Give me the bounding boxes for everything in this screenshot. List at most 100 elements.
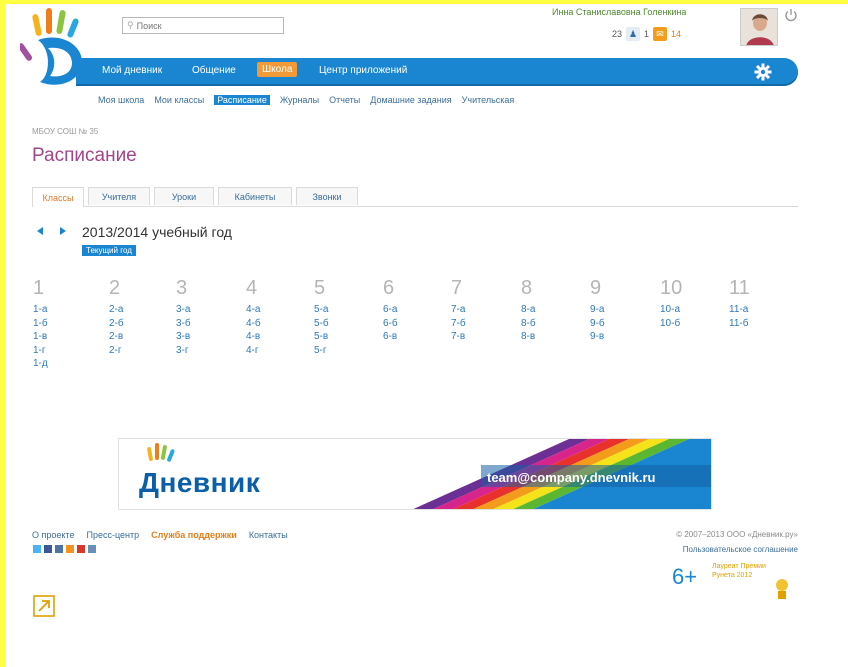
class-link[interactable]: 9-б — [590, 317, 650, 331]
social-icons — [33, 545, 96, 553]
avatar[interactable] — [740, 8, 778, 46]
grade-number: 10 — [660, 277, 683, 299]
class-link[interactable]: 3-г — [176, 344, 236, 358]
class-link[interactable]: 6-в — [383, 330, 443, 344]
class-link[interactable]: 9-а — [590, 303, 650, 317]
user-agreement-link[interactable]: Пользовательское соглашение — [683, 545, 798, 554]
class-link[interactable]: 2-в — [109, 330, 169, 344]
class-link[interactable]: 4-г — [246, 344, 306, 358]
class-link[interactable]: 5-в — [314, 330, 374, 344]
class-link[interactable]: 1-г — [33, 344, 93, 358]
vk-icon[interactable] — [55, 545, 63, 553]
class-link[interactable]: 7-а — [451, 303, 511, 317]
tab-lessons[interactable]: Уроки — [154, 187, 214, 205]
ok-icon[interactable] — [66, 545, 74, 553]
class-link[interactable]: 3-а — [176, 303, 236, 317]
tab-bells[interactable]: Звонки — [296, 187, 358, 205]
nav-item-diary[interactable]: Мой дневник — [102, 65, 162, 76]
class-link[interactable]: 8-в — [521, 330, 581, 344]
window-frame-top — [0, 0, 848, 4]
count-mid[interactable]: 1 — [644, 29, 649, 39]
search-box[interactable]: ⚲ — [122, 17, 284, 34]
grade-number: 11 — [729, 277, 750, 299]
banner-brand: Дневник — [139, 467, 261, 498]
tab-rooms[interactable]: Кабинеты — [218, 187, 292, 205]
class-link[interactable]: 1-в — [33, 330, 93, 344]
breadcrumb[interactable]: МБОУ СОШ № 35 — [32, 127, 98, 136]
class-link[interactable]: 2-б — [109, 317, 169, 331]
class-link[interactable]: 6-б — [383, 317, 443, 331]
class-link[interactable]: 4-в — [246, 330, 306, 344]
rss-icon[interactable] — [88, 545, 96, 553]
class-link[interactable]: 6-а — [383, 303, 443, 317]
subnav-my-school[interactable]: Моя школа — [98, 95, 144, 105]
year-label: 2013/2014 учебный год — [82, 224, 232, 240]
class-link[interactable]: 5-а — [314, 303, 374, 317]
grade-number: 2 — [109, 277, 121, 299]
gear-icon[interactable] — [754, 63, 772, 81]
grade-number: 6 — [383, 277, 395, 299]
class-link[interactable]: 8-а — [521, 303, 581, 317]
footer-about[interactable]: О проекте — [32, 530, 74, 540]
count-left[interactable]: 23 — [612, 29, 622, 39]
class-link[interactable]: 1-б — [33, 317, 93, 331]
grade-number: 4 — [246, 277, 258, 299]
count-messages[interactable]: 14 — [671, 29, 681, 39]
grade-column-7: 7 7-а 7-б 7-в — [451, 275, 511, 344]
current-year-button[interactable]: Текущий год — [82, 245, 136, 256]
mail-icon[interactable]: ✉ — [653, 27, 668, 41]
tab-classes[interactable]: Классы — [32, 187, 84, 207]
class-link[interactable]: 11-а — [729, 303, 789, 317]
class-link[interactable]: 4-б — [246, 317, 306, 331]
age-rating: 6+ — [672, 564, 698, 589]
class-link[interactable]: 9-в — [590, 330, 650, 344]
nav-item-communication[interactable]: Общение — [192, 65, 236, 76]
footer-contacts[interactable]: Контакты — [249, 530, 288, 540]
class-link[interactable]: 1-а — [33, 303, 93, 317]
facebook-icon[interactable] — [44, 545, 52, 553]
subnav-reports[interactable]: Отчеты — [329, 95, 360, 105]
external-link-icon[interactable] — [33, 595, 55, 617]
class-link[interactable]: 5-б — [314, 317, 374, 331]
next-year-arrow-icon[interactable] — [60, 227, 66, 235]
class-link[interactable]: 4-а — [246, 303, 306, 317]
class-link[interactable]: 1-д — [33, 357, 93, 371]
nav-item-apps[interactable]: Центр приложений — [319, 65, 407, 76]
class-link[interactable]: 10-а — [660, 303, 720, 317]
class-link[interactable]: 3-б — [176, 317, 236, 331]
page-title: Расписание — [32, 145, 137, 166]
user-stats: 23 ♟ 1 ✉ 14 — [612, 27, 681, 41]
class-link[interactable]: 8-б — [521, 317, 581, 331]
class-link[interactable]: 5-г — [314, 344, 374, 358]
subnav-staffroom[interactable]: Учительская — [462, 95, 515, 105]
search-input[interactable] — [136, 20, 277, 31]
subnav-homework[interactable]: Домашние задания — [370, 95, 451, 105]
avatar-image — [741, 9, 777, 45]
banner-email[interactable]: team@company.dnevnik.ru — [487, 470, 655, 485]
subnav-my-classes[interactable]: Мои классы — [154, 95, 204, 105]
subnav-journals[interactable]: Журналы — [280, 95, 319, 105]
subnav-schedule[interactable]: Расписание — [214, 95, 270, 105]
class-link[interactable]: 7-в — [451, 330, 511, 344]
copyright: © 2007–2013 ООО «Дневник.ру» — [676, 530, 798, 539]
tab-teachers[interactable]: Учителя — [88, 187, 150, 205]
power-icon[interactable] — [784, 8, 798, 22]
class-link[interactable]: 10-б — [660, 317, 720, 331]
class-link[interactable]: 7-б — [451, 317, 511, 331]
nav-item-school[interactable]: Школа — [257, 62, 298, 77]
class-link[interactable]: 11-б — [729, 317, 789, 331]
award-icon[interactable] — [775, 578, 789, 600]
footer-press[interactable]: Пресс-центр — [86, 530, 139, 540]
class-link[interactable]: 2-а — [109, 303, 169, 317]
class-link[interactable]: 3-в — [176, 330, 236, 344]
user-name-link[interactable]: Инна Станиславовна Голенкина — [552, 7, 686, 17]
award-text[interactable]: Лауреат Премии Рунета 2012 — [712, 562, 772, 580]
class-link[interactable]: 2-г — [109, 344, 169, 358]
grade-column-10: 10 10-а 10-б — [660, 275, 720, 330]
person-icon[interactable]: ♟ — [626, 27, 641, 41]
dnevnik-banner[interactable]: Дневник team@company.dnevnik.ru — [118, 438, 712, 510]
twitter-icon[interactable] — [33, 545, 41, 553]
prev-year-arrow-icon[interactable] — [37, 227, 43, 235]
footer-support[interactable]: Служба поддержки — [151, 530, 237, 540]
youtube-icon[interactable] — [77, 545, 85, 553]
